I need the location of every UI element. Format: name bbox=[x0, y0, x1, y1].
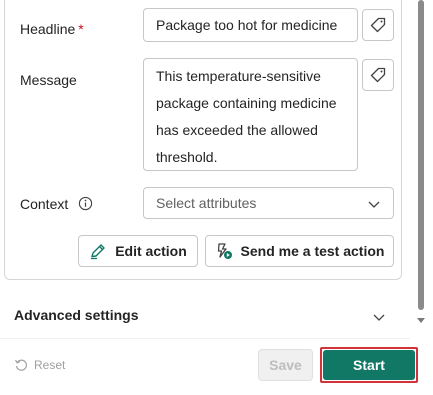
footer-divider bbox=[0, 338, 410, 339]
action-card: Headline * Package too hot for medicine M… bbox=[4, 0, 402, 280]
context-label: Context bbox=[20, 196, 93, 212]
message-line: threshold. bbox=[156, 149, 218, 165]
message-textarea[interactable]: This temperature-sensitive package conta… bbox=[143, 58, 358, 171]
message-line: has exceeded the allowed bbox=[156, 122, 318, 138]
advanced-settings-toggle[interactable]: Advanced settings bbox=[14, 307, 138, 323]
headline-label-text: Headline bbox=[20, 21, 76, 37]
reset-label: Reset bbox=[34, 358, 66, 372]
reset-button[interactable]: Reset bbox=[14, 358, 65, 372]
send-test-action-button[interactable]: Send me a test action bbox=[205, 235, 394, 267]
edit-action-label: Edit action bbox=[115, 243, 187, 259]
save-button[interactable]: Save bbox=[258, 349, 313, 381]
chevron-down-icon bbox=[368, 201, 380, 208]
headline-input[interactable]: Package too hot for medicine bbox=[143, 8, 358, 42]
action-panel: Headline * Package too hot for medicine M… bbox=[0, 0, 433, 395]
context-placeholder: Select attributes bbox=[156, 195, 257, 211]
message-tag-button[interactable] bbox=[362, 59, 394, 91]
message-label: Message bbox=[20, 72, 77, 88]
context-label-text: Context bbox=[20, 196, 69, 212]
context-select[interactable]: Select attributes bbox=[143, 187, 394, 219]
reset-arrow-icon bbox=[14, 359, 28, 371]
headline-tag-button[interactable] bbox=[362, 9, 394, 41]
tag-icon bbox=[370, 67, 386, 83]
headline-label: Headline * bbox=[20, 21, 84, 37]
send-test-icon bbox=[217, 243, 232, 259]
message-line: This temperature-sensitive bbox=[156, 68, 321, 84]
chevron-down-icon[interactable] bbox=[372, 310, 386, 324]
message-line: package containing medicine bbox=[156, 95, 337, 111]
send-test-action-label: Send me a test action bbox=[240, 243, 385, 259]
scroll-down-arrow[interactable] bbox=[417, 318, 425, 323]
required-asterisk: * bbox=[78, 21, 84, 37]
scrollbar-thumb[interactable] bbox=[418, 0, 424, 310]
edit-pen-icon bbox=[91, 244, 105, 260]
edit-action-button[interactable]: Edit action bbox=[78, 235, 198, 267]
info-icon[interactable] bbox=[78, 196, 93, 211]
start-button[interactable]: Start bbox=[323, 350, 415, 380]
tag-icon bbox=[370, 17, 386, 33]
